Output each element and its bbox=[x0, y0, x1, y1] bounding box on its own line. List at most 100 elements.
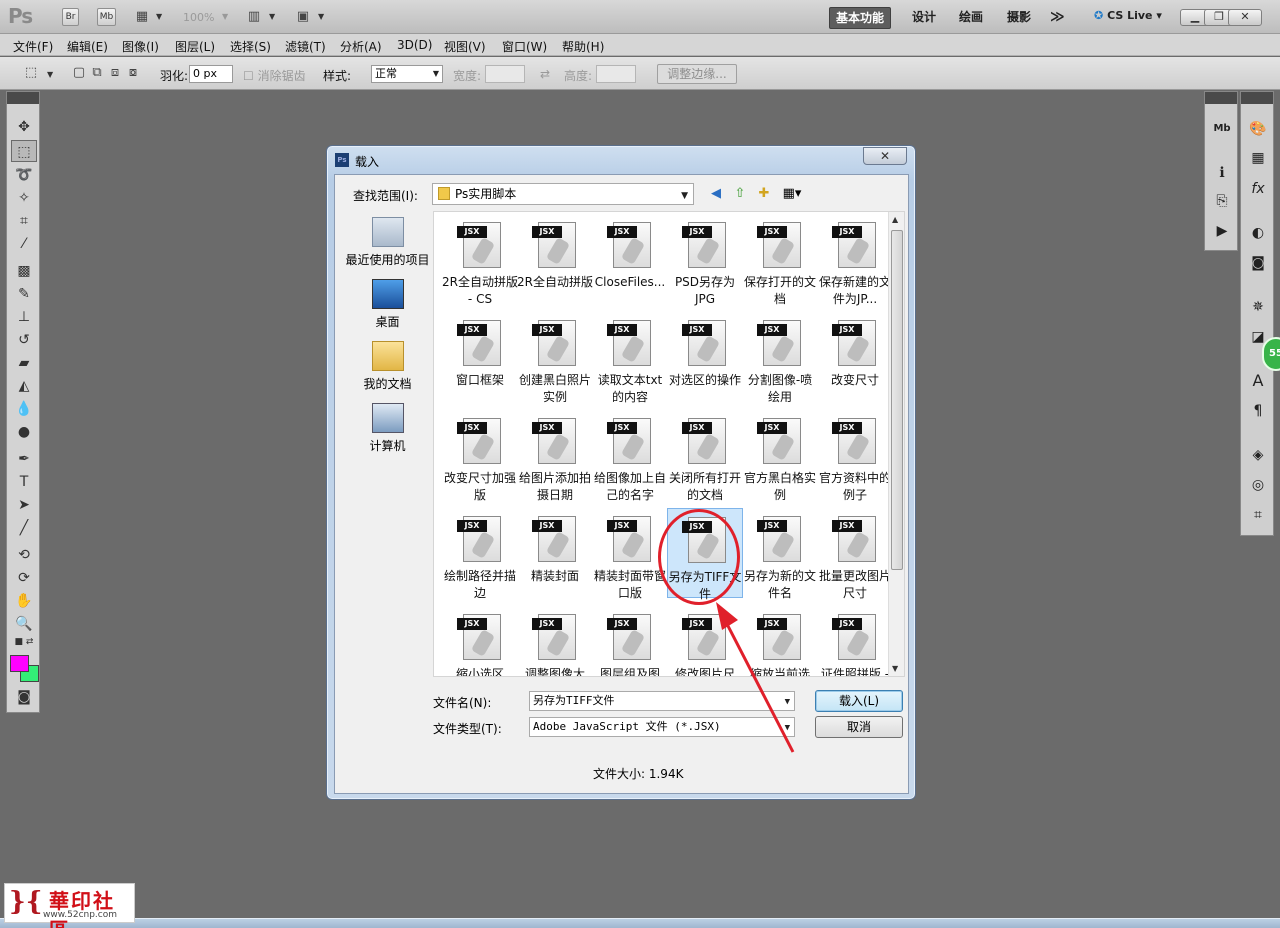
chevron-down-icon[interactable]: ▼ bbox=[222, 12, 228, 21]
file-item[interactable]: JSX CloseFiles... bbox=[592, 214, 668, 304]
swap-colors-icon[interactable]: ■ ⇄ bbox=[11, 635, 37, 649]
style-select[interactable]: 正常 ▼ bbox=[371, 65, 443, 83]
menu-help[interactable]: 帮助(H) bbox=[562, 38, 604, 55]
file-item[interactable]: JSX 缩放当前选 bbox=[742, 606, 818, 676]
file-item[interactable]: JSX 保存打开的文档 bbox=[742, 214, 818, 306]
lasso-tool-icon[interactable]: ➰ bbox=[11, 164, 37, 186]
file-item[interactable]: JSX 批量更改图片尺寸 bbox=[817, 508, 893, 600]
adjustments-icon[interactable]: ◐ bbox=[1246, 222, 1270, 244]
pen-tool-icon[interactable]: ✒ bbox=[11, 448, 37, 470]
zoom-tool-icon[interactable]: 🔍 bbox=[11, 613, 37, 635]
file-item[interactable]: JSX 给图片添加拍摄日期 bbox=[517, 410, 593, 502]
swatches-icon[interactable]: ▦ bbox=[1246, 147, 1270, 169]
healing-brush-tool-icon[interactable]: ▩ bbox=[11, 260, 37, 282]
character-icon[interactable]: A bbox=[1246, 370, 1270, 392]
paragraph-icon[interactable]: ¶ bbox=[1246, 400, 1270, 422]
look-in-combo[interactable]: Ps实用脚本 ▼ bbox=[432, 183, 694, 205]
channels-icon[interactable]: ◎ bbox=[1246, 474, 1270, 496]
place-desktop[interactable]: 桌面 bbox=[340, 279, 435, 330]
dodge-tool-icon[interactable]: ● bbox=[11, 421, 37, 443]
mini-bridge-button[interactable]: Mb bbox=[97, 8, 116, 26]
file-item[interactable]: JSX 给图像加上自己的名字 bbox=[592, 410, 668, 502]
close-button[interactable]: ✕ bbox=[1228, 9, 1262, 26]
crop-tool-icon[interactable]: ⌗ bbox=[11, 210, 37, 232]
dialog-close-button[interactable]: ✕ bbox=[863, 147, 907, 165]
file-item[interactable]: JSX 读取文本txt的内容 bbox=[592, 312, 668, 404]
masks-icon[interactable]: ◙ bbox=[1246, 252, 1270, 274]
new-folder-icon[interactable]: ✚ bbox=[755, 185, 773, 203]
scroll-down-icon[interactable]: ▼ bbox=[892, 664, 898, 673]
workspace-basic[interactable]: 基本功能 bbox=[829, 7, 892, 29]
panel-header[interactable] bbox=[7, 92, 39, 104]
place-computer[interactable]: 计算机 bbox=[340, 403, 435, 454]
load-button[interactable]: 载入(L) bbox=[815, 690, 903, 712]
up-folder-icon[interactable]: ⇧ bbox=[731, 185, 749, 203]
chevron-down-icon[interactable]: ▼ bbox=[47, 70, 53, 79]
file-item[interactable]: JSX 缩小选区 bbox=[442, 606, 518, 676]
menu-file[interactable]: 文件(F) bbox=[13, 38, 53, 55]
file-item[interactable]: JSX 官方资料中的例子 bbox=[817, 410, 893, 502]
file-item[interactable]: JSX 对选区的操作 bbox=[667, 312, 743, 402]
workspace-photography[interactable]: 摄影 bbox=[1001, 7, 1037, 29]
workspace-design[interactable]: 设计 bbox=[906, 7, 942, 29]
width-input[interactable] bbox=[485, 65, 525, 83]
color-icon[interactable]: 🎨 bbox=[1246, 118, 1270, 140]
place-recent[interactable]: 最近使用的项目 bbox=[340, 217, 435, 268]
menu-select[interactable]: 选择(S) bbox=[230, 38, 271, 55]
clone-stamp-tool-icon[interactable]: ⊥ bbox=[11, 306, 37, 328]
cs-live-button[interactable]: ✪ CS Live ▾ bbox=[1094, 9, 1162, 22]
move-tool-icon[interactable]: ✥ bbox=[11, 116, 37, 138]
magic-wand-tool-icon[interactable]: ✧ bbox=[11, 187, 37, 209]
styles-icon[interactable]: fx bbox=[1246, 178, 1270, 200]
chevron-down-icon[interactable]: ▼ bbox=[156, 12, 162, 21]
menu-filter[interactable]: 滤镜(T) bbox=[285, 38, 326, 55]
workspace-painting[interactable]: 绘画 bbox=[953, 7, 989, 29]
chevron-down-icon[interactable]: ▼ bbox=[269, 12, 275, 21]
panel-header[interactable] bbox=[1205, 92, 1237, 104]
eraser-tool-icon[interactable]: ▰ bbox=[11, 352, 37, 374]
paint-bucket-tool-icon[interactable]: ◭ bbox=[11, 375, 37, 397]
antialias-checkbox[interactable]: ☐ 消除锯齿 bbox=[243, 67, 306, 84]
marquee-preset-icon[interactable]: ⬚ bbox=[22, 65, 40, 81]
scroll-thumb[interactable] bbox=[891, 230, 903, 570]
path-selection-tool-icon[interactable]: ➤ bbox=[11, 494, 37, 516]
file-item[interactable]: JSX 关闭所有打开的文档 bbox=[667, 410, 743, 502]
menu-window[interactable]: 窗口(W) bbox=[502, 38, 547, 55]
feather-input[interactable]: 0 px bbox=[189, 65, 233, 83]
3d-orbit-tool-icon[interactable]: ⟳ bbox=[11, 567, 37, 589]
rect-marquee-tool-icon[interactable]: ⬚ bbox=[11, 140, 37, 162]
file-item[interactable]: JSX 改变尺寸加强版 bbox=[442, 410, 518, 502]
brush-tool-icon[interactable]: ✎ bbox=[11, 283, 37, 305]
layers-icon[interactable]: ◈ bbox=[1246, 444, 1270, 466]
info-icon[interactable]: ℹ bbox=[1210, 162, 1234, 184]
paths-icon[interactable]: ⌗ bbox=[1246, 504, 1270, 526]
intersect-selection-icon[interactable]: ⧇ bbox=[124, 65, 142, 81]
history-brush-tool-icon[interactable]: ↺ bbox=[11, 329, 37, 351]
file-item[interactable]: JSX 保存新建的文件为JP... bbox=[817, 214, 893, 306]
type-tool-icon[interactable]: T bbox=[11, 471, 37, 493]
chevron-down-icon[interactable]: ▼ bbox=[318, 12, 324, 21]
bridge-button[interactable]: Br bbox=[62, 8, 79, 26]
3d-rotate-tool-icon[interactable]: ⟲ bbox=[11, 544, 37, 566]
view-menu-icon[interactable]: ▦▾ bbox=[779, 185, 805, 203]
navigator-icon[interactable]: ✵ bbox=[1246, 296, 1270, 318]
menu-edit[interactable]: 编辑(E) bbox=[67, 38, 108, 55]
file-item[interactable]: JSX 官方黑白格实例 bbox=[742, 410, 818, 502]
notification-badge[interactable]: 55 bbox=[1262, 337, 1280, 371]
menu-image[interactable]: 图像(I) bbox=[122, 38, 159, 55]
panel-header[interactable] bbox=[1241, 92, 1273, 104]
file-item[interactable]: JSX 创建黑白照片实例 bbox=[517, 312, 593, 404]
filetype-select[interactable]: Adobe JavaScript 文件 (*.JSX) ▼ bbox=[529, 717, 795, 737]
add-selection-icon[interactable]: ⧉ bbox=[88, 65, 106, 81]
quick-mask-icon[interactable]: ◙ bbox=[11, 686, 37, 708]
back-icon[interactable]: ◀ bbox=[707, 185, 725, 203]
file-item[interactable]: JSX 另存为新的文件名 bbox=[742, 508, 818, 600]
screen-mode-icon[interactable]: ▣ bbox=[294, 9, 312, 25]
menu-layer[interactable]: 图层(L) bbox=[175, 38, 215, 55]
clone-source-icon[interactable]: ⎘ bbox=[1210, 190, 1234, 212]
menu-analysis[interactable]: 分析(A) bbox=[340, 38, 382, 55]
subtract-selection-icon[interactable]: ⧈ bbox=[106, 65, 124, 81]
filename-input[interactable]: 另存为TIFF文件 ▼ bbox=[529, 691, 795, 711]
scroll-up-icon[interactable]: ▲ bbox=[892, 215, 898, 224]
file-item[interactable]: JSX 修改图片尺 bbox=[667, 606, 743, 676]
